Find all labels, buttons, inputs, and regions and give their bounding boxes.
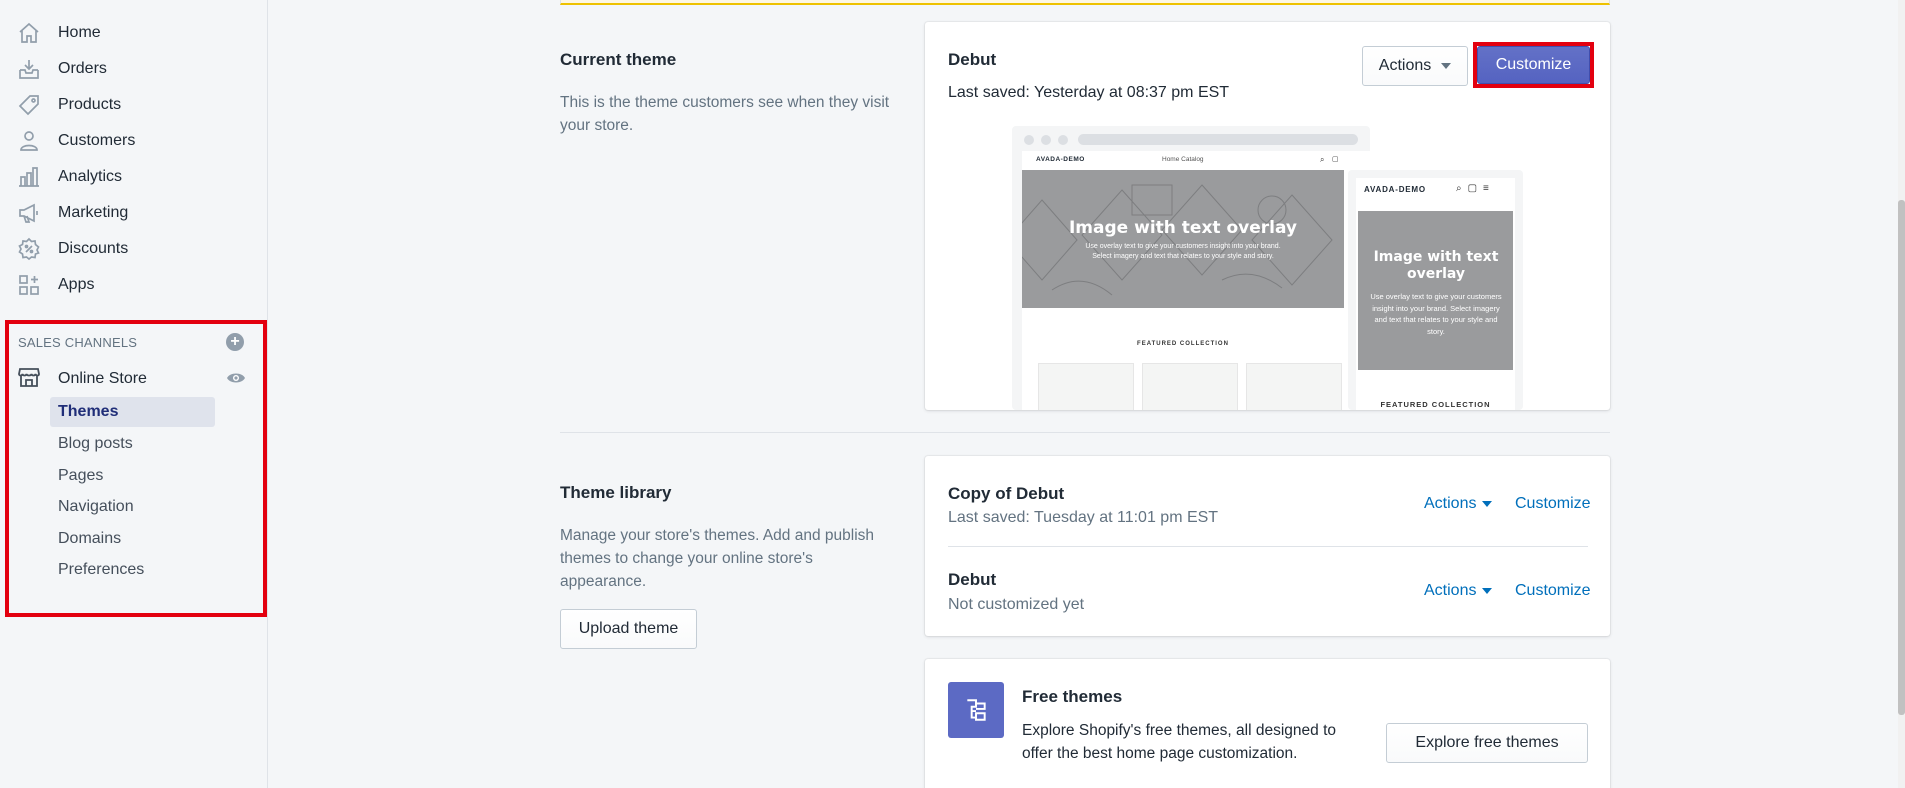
preview-hero-pattern — [1022, 184, 1333, 296]
current-theme-name: Debut — [948, 50, 997, 69]
library-theme-name: Copy of Debut — [948, 484, 1065, 503]
search-icon: ⌕ — [1320, 155, 1325, 164]
sales-channels-header: SALES CHANNELS — [18, 335, 138, 350]
sidebar-item-label: Products — [58, 96, 122, 113]
preview-page: AVADA-DEMO Home Catalog ⌕ ▢ Image with t… — [1022, 151, 1370, 410]
url-bar — [1078, 134, 1358, 145]
preview-nav: Home Catalog — [1162, 156, 1204, 163]
current-theme-desc: This is the theme customers see when the… — [560, 94, 890, 134]
free-themes-title: Free themes — [1022, 687, 1123, 706]
store-icon — [17, 365, 41, 394]
sidebar-item-marketing[interactable]: Marketing — [0, 198, 268, 228]
sidebar-item-label: Discounts — [58, 240, 129, 257]
section-divider — [560, 432, 1610, 433]
preview-mobile-hero-desc: Use overlay text to give your customers … — [1370, 292, 1502, 336]
sidebar-item-label: Apps — [58, 276, 95, 293]
theme-structure-icon — [967, 699, 986, 721]
sidebar-subitem-blog-posts[interactable]: Blog posts — [58, 435, 133, 453]
sidebar-item-label: Online Store — [58, 370, 147, 387]
tag-icon — [17, 93, 41, 117]
sidebar-item-orders[interactable]: Orders — [0, 54, 268, 84]
preview-brand: AVADA-DEMO — [1036, 156, 1085, 163]
sidebar-item-analytics[interactable]: Analytics — [0, 162, 268, 192]
sidebar: Home Orders Products Customers Analytics… — [0, 0, 268, 788]
sidebar-subitem-preferences[interactable]: Preferences — [58, 561, 144, 579]
chevron-down-icon — [1482, 587, 1493, 594]
chevron-down-icon — [1482, 500, 1493, 507]
library-actions-link[interactable]: Actions — [1424, 582, 1493, 600]
bar-chart-icon — [17, 165, 41, 189]
sidebar-item-label: Orders — [58, 60, 107, 77]
chevron-down-icon — [1441, 63, 1452, 69]
theme-preview-desktop: AVADA-DEMO Home Catalog ⌕ ▢ Image with t… — [1012, 126, 1370, 410]
preview-hero: Image with text overlay Use overlay text… — [1022, 170, 1344, 308]
actions-label: Actions — [1424, 582, 1477, 599]
library-theme-name: Debut — [948, 570, 997, 589]
sidebar-item-label: Home — [58, 24, 101, 41]
highlight-box — [1473, 42, 1594, 88]
sidebar-item-customers[interactable]: Customers — [0, 126, 268, 156]
actions-button[interactable]: Actions — [1362, 46, 1468, 86]
preview-mobile-page: AVADA-DEMO ⌕▢≡ Image with text overlay U… — [1356, 178, 1515, 410]
add-sales-channel-icon[interactable]: + — [226, 333, 244, 351]
preview-featured: FEATURED COLLECTION — [1137, 341, 1229, 347]
preview-mobile-featured: FEATURED COLLECTION — [1380, 400, 1491, 409]
theme-library-title: Theme library — [560, 483, 672, 502]
sidebar-item-label: Customers — [58, 132, 136, 149]
sidebar-item-discounts[interactable]: Discounts — [0, 234, 268, 264]
preview-mobile-icons: ⌕▢≡ — [1456, 183, 1495, 194]
sidebar-item-apps[interactable]: Apps — [0, 270, 268, 300]
theme-preview-mobile: AVADA-DEMO ⌕▢≡ Image with text overlay U… — [1348, 170, 1523, 410]
home-icon — [17, 21, 41, 45]
sidebar-item-label: Marketing — [58, 204, 129, 221]
sidebar-item-home[interactable]: Home — [0, 18, 268, 48]
sidebar-item-label: Analytics — [58, 168, 123, 185]
apps-icon — [17, 273, 41, 297]
library-theme-status: Not customized yet — [948, 596, 1085, 613]
preview-mobile-hero: Image with text overlay Use overlay text… — [1358, 211, 1513, 370]
discount-icon — [17, 237, 41, 261]
megaphone-icon — [17, 201, 41, 225]
sidebar-item-products[interactable]: Products — [0, 90, 268, 120]
top-banner — [560, 0, 1610, 5]
explore-free-themes-button[interactable]: Explore free themes — [1386, 723, 1588, 763]
current-theme-last-saved: Last saved: Yesterday at 08:37 pm EST — [948, 84, 1230, 101]
sidebar-subitem-pages[interactable]: Pages — [58, 467, 103, 485]
library-theme-status: Last saved: Tuesday at 11:01 pm EST — [948, 509, 1219, 526]
library-actions-link[interactable]: Actions — [1424, 495, 1493, 513]
sidebar-subitem-domains[interactable]: Domains — [58, 530, 121, 548]
preview-product-tile — [1142, 363, 1238, 410]
preview-mobile-brand: AVADA-DEMO — [1364, 185, 1426, 194]
window-dot — [1058, 135, 1068, 145]
preview-hero-desc: Use overlay text to give your customers … — [1085, 243, 1281, 260]
row-divider — [948, 546, 1588, 547]
theme-library-desc: Manage your store's themes. Add and publ… — [560, 527, 875, 590]
person-icon — [17, 129, 41, 153]
preview-product-tile — [1038, 363, 1134, 410]
window-dot — [1024, 135, 1034, 145]
free-themes-desc: Explore Shopify's free themes, all desig… — [1022, 722, 1336, 762]
sidebar-subitem-themes[interactable]: Themes — [58, 403, 118, 421]
current-theme-title: Current theme — [560, 50, 677, 69]
preview-hero-title: Image with text overlay — [1068, 218, 1297, 238]
actions-label: Actions — [1378, 57, 1432, 74]
preview-product-tile — [1246, 363, 1342, 410]
scrollbar-thumb[interactable] — [1898, 200, 1905, 715]
upload-theme-button[interactable]: Upload theme — [560, 609, 697, 649]
orders-icon — [17, 57, 41, 81]
library-customize-link[interactable]: Customize — [1515, 582, 1591, 600]
sidebar-subitem-navigation[interactable]: Navigation — [58, 498, 134, 516]
free-themes-icon — [948, 682, 1004, 738]
actions-label: Actions — [1424, 495, 1477, 512]
window-dot — [1041, 135, 1051, 145]
preview-mobile-hero-title: Image with text overlay — [1373, 249, 1499, 282]
cart-icon: ▢ — [1332, 156, 1339, 163]
library-customize-link[interactable]: Customize — [1515, 495, 1591, 513]
eye-icon[interactable] — [226, 370, 246, 386]
